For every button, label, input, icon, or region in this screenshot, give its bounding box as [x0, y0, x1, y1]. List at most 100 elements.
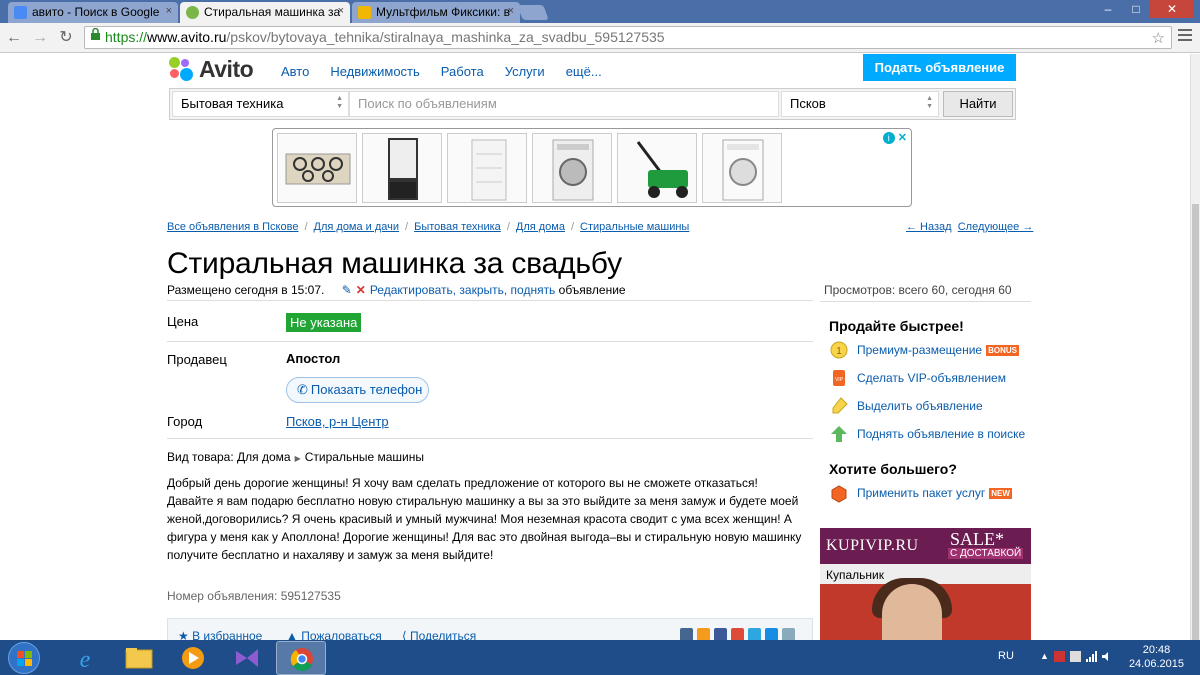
city-select[interactable]: Псков ▲ ▼ — [781, 91, 939, 117]
ad-info-icon[interactable]: i — [882, 132, 895, 144]
promo-delivery: С ДОСТАВКОЙ — [948, 548, 1024, 559]
nav-auto[interactable]: Авто — [281, 64, 309, 79]
close-x-icon[interactable]: ✕ — [356, 283, 366, 297]
tray-arrow-icon[interactable]: ▲ — [1040, 651, 1051, 662]
edit-close-raise-links[interactable]: Редактировать, закрыть, поднять — [370, 283, 555, 297]
breadcrumb: Все объявления в Пскове / Для дома и дачи /… — [167, 221, 689, 233]
tab-close-icon[interactable]: × — [508, 5, 514, 17]
nav-realty[interactable]: Недвижимость — [330, 64, 419, 79]
premium-placement-link[interactable]: 1 Премиум-размещение BONUS — [829, 340, 1019, 360]
bookmark-star-icon[interactable]: ☆ — [1152, 28, 1165, 49]
signal-bars-icon[interactable] — [1086, 651, 1097, 662]
language-indicator[interactable]: RU — [998, 650, 1014, 662]
city-link[interactable]: Псков, р-н Центр — [286, 414, 389, 429]
post-ad-button[interactable]: Подать объявление — [863, 54, 1016, 81]
volume-icon[interactable] — [1102, 651, 1113, 662]
breadcrumb-washing-machines[interactable]: Стиральные машины — [580, 221, 689, 233]
category-select[interactable]: Бытовая техника ▲ ▼ — [172, 91, 349, 117]
mailru-icon[interactable] — [765, 628, 778, 640]
scrollbar-thumb[interactable] — [1192, 204, 1199, 675]
url-domain: www.avito.ru — [147, 29, 227, 45]
arrow-up-icon — [829, 424, 849, 444]
breadcrumb-all-pskov[interactable]: Все объявления в Пскове — [167, 221, 298, 233]
city-label: Город — [167, 414, 203, 429]
divider — [820, 301, 1031, 302]
reload-button[interactable]: ↻ — [56, 28, 76, 48]
raise-ad-link[interactable]: Поднять объявление в поиске — [829, 424, 1025, 444]
washing-machine-2-image[interactable] — [702, 133, 782, 203]
breadcrumb-for-home[interactable]: Для дома — [516, 221, 565, 233]
back-button[interactable]: ← — [4, 28, 24, 48]
odnoklassniki-icon[interactable] — [697, 628, 710, 640]
maximize-button[interactable]: □ — [1122, 0, 1150, 18]
listing-actions-bar: ★ В избранное ▲ Пожаловаться ⟨ Поделитьс… — [167, 618, 813, 640]
address-bar[interactable]: https://www.avito.ru/pskov/bytovaya_tehn… — [84, 26, 1172, 49]
avito-logo[interactable]: Avito — [169, 56, 254, 82]
tab-close-icon[interactable]: × — [338, 5, 344, 17]
media-player-icon[interactable] — [168, 641, 218, 675]
file-explorer-icon[interactable] — [114, 641, 164, 675]
show-phone-button[interactable]: ✆ Показать телефон — [286, 377, 429, 403]
search-button[interactable]: Найти — [943, 91, 1013, 117]
action-center-icon[interactable] — [1070, 651, 1081, 662]
report-link[interactable]: ▲ Пожаловаться — [286, 629, 382, 640]
tab-avito-listing[interactable]: Стиральная машинка за × — [180, 2, 350, 23]
network-alert-icon[interactable] — [1054, 651, 1065, 662]
nav-more[interactable]: ещё... — [566, 64, 602, 79]
facebook-icon[interactable] — [714, 628, 727, 640]
tab-fixiki[interactable]: Мультфильм Фиксики: в × — [352, 2, 520, 23]
breadcrumb-separator: / — [405, 221, 409, 233]
lawn-mower-image[interactable] — [617, 133, 697, 203]
google-plus-icon[interactable] — [731, 628, 744, 640]
divider — [167, 438, 813, 439]
share-link[interactable]: ⟨ Поделиться — [402, 629, 476, 640]
ad-choices[interactable]: i ✕ — [882, 131, 907, 144]
breadcrumb-appliances[interactable]: Бытовая техника — [414, 221, 501, 233]
nav-services[interactable]: Услуги — [505, 64, 545, 79]
highlight-ad-link[interactable]: Выделить объявление — [829, 396, 983, 416]
category-select-value: Бытовая техника — [181, 96, 284, 111]
breadcrumb-home-garden[interactable]: Для дома и дачи — [314, 221, 400, 233]
divider — [167, 300, 813, 301]
tab-label: Стиральная машинка за — [204, 5, 341, 19]
browser-menu-icon[interactable] — [1178, 29, 1192, 44]
vk-icon[interactable] — [680, 628, 693, 640]
start-button[interactable] — [8, 642, 40, 674]
posted-time: Размещено сегодня в 15:07. — [167, 283, 325, 297]
freezer-white-image[interactable] — [447, 133, 527, 203]
internet-explorer-icon[interactable]: e — [60, 641, 110, 675]
next-listing-link[interactable]: Следующее → — [958, 221, 1034, 233]
fridge-black-image[interactable] — [362, 133, 442, 203]
chrome-taskbar-icon[interactable] — [276, 641, 326, 675]
ad-close-icon[interactable]: ✕ — [898, 132, 907, 144]
forward-button[interactable]: → — [30, 28, 50, 48]
close-window-button[interactable]: ✕ — [1150, 0, 1194, 18]
new-tab-button[interactable] — [517, 5, 549, 20]
make-vip-link[interactable]: VIP Сделать VIP-объявлением — [829, 368, 1006, 388]
tab-google-search[interactable]: авито - Поиск в Google × — [8, 2, 178, 23]
clock[interactable]: 20:48 24.06.2015 — [1129, 643, 1184, 671]
apply-package-label: Применить пакет услуг — [857, 486, 986, 500]
page-scrollbar[interactable] — [1190, 54, 1200, 675]
prev-listing-link[interactable]: ← Назад — [906, 221, 952, 233]
twitter-icon[interactable] — [748, 628, 761, 640]
livejournal-icon[interactable] — [782, 628, 795, 640]
apply-package-link[interactable]: Применить пакет услуг NEW — [829, 483, 1012, 503]
promo-brand: KUPIVIP.RU — [826, 537, 919, 554]
search-input[interactable]: Поиск по объявлениям — [349, 91, 779, 117]
minimize-button[interactable]: – — [1094, 0, 1122, 18]
kupivip-promo-banner[interactable]: KUPIVIP.RU SALE* С ДОСТАВКОЙ Купальник — [820, 528, 1031, 640]
edit-pencil-icon[interactable]: ✎ — [342, 283, 352, 297]
add-favorite-link[interactable]: ★ В избранное — [178, 629, 262, 640]
nav-jobs[interactable]: Работа — [441, 64, 484, 79]
promo-header: KUPIVIP.RU SALE* С ДОСТАВКОЙ — [820, 528, 1031, 564]
raise-ad-label: Поднять объявление в поиске — [857, 427, 1026, 441]
washing-machine-image[interactable] — [532, 133, 612, 203]
url-scheme: https:// — [105, 29, 148, 45]
gas-hob-image[interactable] — [277, 133, 357, 203]
tab-close-icon[interactable]: × — [166, 5, 172, 17]
visual-studio-icon[interactable] — [222, 641, 272, 675]
product-ad-banner[interactable]: i ✕ — [272, 128, 912, 207]
ad-number: Номер объявления: 595127535 — [167, 589, 341, 603]
city-select-value: Псков — [790, 96, 826, 111]
